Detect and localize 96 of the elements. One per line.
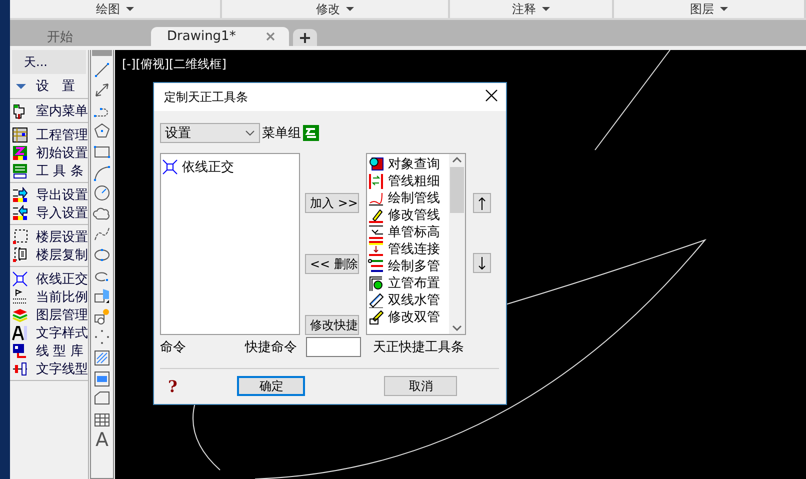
- close-icon: [266, 32, 275, 41]
- panel-title[interactable]: 天...: [12, 50, 86, 74]
- diagonal-arrow-icon[interactable]: [93, 81, 111, 100]
- pipe-width-icon: [368, 172, 384, 188]
- list-item[interactable]: 对象查询: [368, 155, 449, 172]
- menu-item[interactable]: 导入设置: [10, 204, 88, 222]
- cancel-button[interactable]: 取消: [384, 376, 458, 396]
- layers-icon: [12, 307, 28, 323]
- menu-item[interactable]: 图层管理: [10, 306, 88, 324]
- list-item[interactable]: 立管布置: [368, 274, 449, 291]
- close-icon: [485, 89, 498, 102]
- gradient-icon[interactable]: [93, 370, 111, 388]
- menu-item[interactable]: 楼层复制: [10, 246, 88, 264]
- panel-header[interactable]: 设 置: [10, 74, 88, 99]
- pencil-edit-icon: [368, 308, 384, 324]
- dots-icon[interactable]: [93, 328, 111, 346]
- arc-icon[interactable]: [93, 164, 111, 182]
- caret-icon: [126, 7, 134, 11]
- chevron-down-icon: [245, 130, 255, 136]
- list-item[interactable]: 管线粗细: [368, 172, 449, 189]
- menu-item[interactable]: 文字样式: [10, 324, 88, 342]
- list-item[interactable]: 绘制多管: [368, 257, 449, 274]
- menu-item[interactable]: 依线正交: [10, 270, 88, 288]
- move-down-button[interactable]: [473, 253, 491, 273]
- chevron-down-icon: [452, 325, 462, 331]
- chevron-up-icon: [452, 157, 462, 163]
- page-copy-icon: [12, 247, 28, 263]
- caret-icon: [542, 7, 550, 11]
- new-tab-button[interactable]: [292, 29, 317, 46]
- viewport-label[interactable]: [-][俯视][二维线框]: [122, 56, 226, 73]
- menu-item[interactable]: 室内菜单: [10, 102, 88, 120]
- file-tab[interactable]: 开始: [35, 27, 85, 46]
- ok-button[interactable]: 确定: [237, 376, 306, 396]
- help-button[interactable]: ?: [168, 376, 178, 396]
- list-item[interactable]: 双线水管: [368, 291, 449, 308]
- file-tab[interactable]: Drawing1*: [151, 27, 289, 46]
- plus-icon: [300, 32, 310, 42]
- menu-item[interactable]: 初始设置: [10, 144, 88, 162]
- dashed-frame-icon: [12, 229, 28, 245]
- menu-item[interactable]: 导出设置: [10, 186, 88, 204]
- hatch-icon[interactable]: [93, 348, 111, 367]
- pencil-icon: [368, 206, 384, 222]
- ribbon-panel-title[interactable]: 绘图: [10, 0, 222, 18]
- corner-dot-icon: [368, 274, 384, 290]
- block-icon[interactable]: [93, 287, 111, 306]
- add-button[interactable]: 加入 >>: [305, 193, 359, 213]
- menu-item[interactable]: 文字线型: [10, 360, 88, 378]
- double-line-icon: [368, 292, 384, 308]
- text-tool-button[interactable]: A: [96, 431, 108, 450]
- menu-item[interactable]: 工程管理: [10, 126, 88, 144]
- toolbar-icon: [12, 163, 28, 179]
- menu-group-label: 菜单组: [262, 125, 301, 142]
- pentagon-icon[interactable]: [93, 122, 111, 140]
- cross-mark-icon: [12, 271, 28, 287]
- menu-item[interactable]: 工 具 条: [10, 162, 88, 180]
- export-arrow-icon: [12, 187, 28, 203]
- list-item[interactable]: 修改双管: [368, 308, 449, 325]
- grid-icon: [12, 127, 28, 143]
- pipe-joint-icon: [368, 240, 384, 256]
- table-icon[interactable]: [93, 410, 111, 429]
- list-item[interactable]: 修改管线: [368, 206, 449, 223]
- dialog-title: 定制天正工具条: [164, 88, 248, 106]
- line-icon[interactable]: [93, 60, 111, 79]
- letter-style-icon: [12, 325, 28, 341]
- caret-icon: [16, 84, 26, 88]
- shortcut-label: 快捷命令: [245, 339, 297, 356]
- magnifier-icon: [368, 156, 384, 172]
- scrollbar-thumb[interactable]: [450, 167, 464, 213]
- circle-icon[interactable]: [93, 184, 111, 202]
- caret-icon: [346, 7, 354, 11]
- menu-item[interactable]: 当前比例: [10, 288, 88, 306]
- ribbon-panel-title[interactable]: 注释: [450, 0, 614, 18]
- list-item[interactable]: 绘制管线: [368, 189, 449, 206]
- list-item[interactable]: 依线正交: [162, 158, 298, 175]
- toolbar-grip[interactable]: [92, 50, 112, 56]
- color-block-icon: [12, 145, 28, 161]
- arrow-up-icon: [477, 196, 487, 210]
- toolbar-name-label: 天正快捷工具条: [373, 339, 464, 356]
- move-up-button[interactable]: [473, 193, 491, 213]
- menu-item[interactable]: 线 型 库: [10, 342, 88, 360]
- list-item[interactable]: 单管标高: [368, 223, 449, 240]
- import-arrow-icon: [12, 205, 28, 221]
- ribbon-panel-title[interactable]: 图层: [614, 0, 806, 18]
- remove-button[interactable]: << 删除: [305, 254, 359, 274]
- menu-item[interactable]: 楼层设置: [10, 228, 88, 246]
- ribbon-panel-title[interactable]: 修改: [222, 0, 450, 18]
- toolbar-icon: [303, 125, 319, 141]
- scrollbar[interactable]: [449, 154, 465, 334]
- edit-shortcut-button[interactable]: 修改快捷: [305, 315, 359, 335]
- menu-group-dropdown[interactable]: 设置: [160, 123, 260, 143]
- flag-scale-icon: [12, 289, 28, 305]
- arrow-down-icon: [477, 256, 487, 270]
- caret-icon: [720, 7, 728, 11]
- command-label: 命令: [160, 339, 187, 356]
- list-item[interactable]: 管线连接: [368, 240, 449, 257]
- shortcut-input-field[interactable]: [306, 337, 361, 357]
